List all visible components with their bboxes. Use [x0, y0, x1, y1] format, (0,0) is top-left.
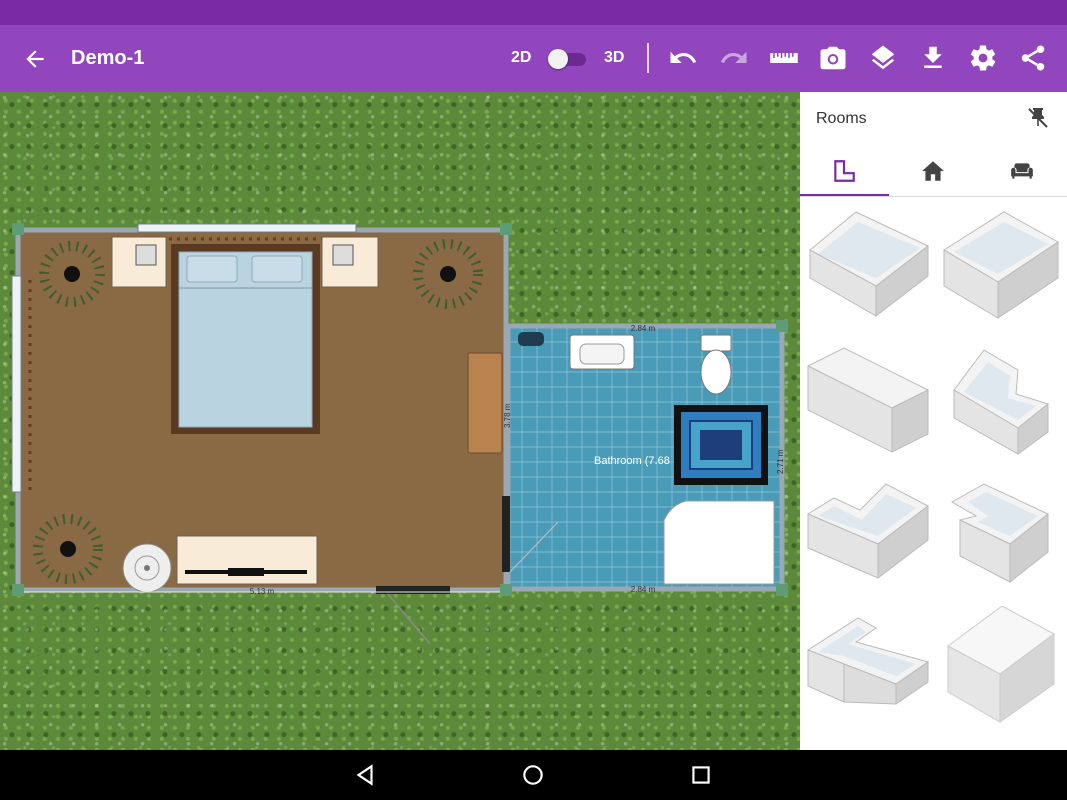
arrow-back-icon — [26, 50, 44, 68]
window-left[interactable] — [11, 275, 22, 493]
window-top[interactable] — [137, 223, 357, 233]
toolbar-divider — [647, 43, 649, 73]
room-shape-t[interactable] — [804, 606, 934, 731]
door-swing — [387, 593, 431, 645]
ruler-icon — [770, 53, 798, 63]
room-shape-corner-cut[interactable] — [938, 474, 1067, 599]
rectangle-room-icon — [809, 211, 929, 318]
bathroom-door[interactable] — [502, 496, 510, 572]
share-button[interactable] — [1018, 43, 1048, 73]
sofa-icon — [1011, 163, 1033, 179]
round-stool[interactable] — [122, 543, 172, 593]
nav-recents-button[interactable] — [688, 762, 714, 788]
settings-button[interactable] — [968, 43, 998, 73]
toilet[interactable] — [700, 334, 732, 395]
pin-off-icon — [1028, 108, 1048, 128]
back-button[interactable] — [22, 46, 50, 72]
bedroom-door[interactable] — [376, 586, 450, 594]
bathroom-left-height: 3.78 m — [503, 403, 512, 428]
status-bar — [0, 0, 1067, 25]
redo-button[interactable] — [719, 43, 749, 73]
shower-head[interactable] — [518, 332, 544, 346]
desk[interactable] — [176, 535, 318, 585]
room-shape-notched[interactable] — [938, 342, 1067, 467]
square-room-icon — [943, 211, 1059, 319]
screenshot-button[interactable] — [818, 43, 848, 73]
l-shape-room-icon — [806, 483, 929, 580]
bathroom-bottom-width: 2.84 m — [631, 585, 656, 594]
download-icon — [924, 46, 942, 68]
t-shape-room-icon — [806, 617, 930, 705]
triangle-back-icon — [356, 764, 373, 786]
nav-back-button[interactable] — [352, 762, 378, 788]
bench[interactable] — [467, 352, 503, 454]
bathroom-label[interactable]: Bathroom (7.68 — [594, 455, 670, 467]
lamp-right[interactable] — [332, 244, 354, 266]
undo-icon — [670, 51, 697, 63]
circle-home-icon — [523, 765, 543, 785]
wide-room-icon — [806, 347, 930, 453]
corner-cut-room-icon — [950, 483, 1049, 584]
tab-rooms[interactable] — [800, 148, 889, 196]
house-icon — [922, 161, 944, 181]
solid-block-icon — [947, 605, 1055, 723]
redo-icon — [721, 51, 747, 63]
room-shape-rectangle[interactable] — [804, 210, 934, 335]
lamp-left[interactable] — [135, 244, 157, 266]
tab-furniture[interactable] — [978, 148, 1067, 194]
panel-tabs — [800, 148, 1067, 197]
room-shape-wide[interactable] — [804, 342, 934, 467]
toggle-knob — [548, 49, 568, 69]
room-shape-square[interactable] — [938, 210, 1067, 335]
layers-icon — [871, 45, 895, 70]
project-title: Demo-1 — [71, 47, 145, 69]
settings-icon — [970, 45, 996, 71]
room-corner-icon — [834, 160, 855, 182]
floor-plan-canvas[interactable]: 5.13 m Bathroom (7.68 2.84 m 2.84 m 3.78… — [0, 92, 800, 750]
layers-button[interactable] — [868, 43, 898, 73]
download-button[interactable] — [918, 43, 948, 73]
mode-3d-label: 3D — [604, 49, 625, 66]
room-shape-solid-block[interactable] — [938, 605, 1067, 731]
room-shape-l[interactable] — [804, 474, 934, 599]
app-bar: Demo-1 2D 3D — [0, 25, 1067, 92]
measure-button[interactable] — [769, 43, 799, 73]
square-recents-icon — [692, 766, 710, 784]
bath-rug[interactable] — [674, 405, 768, 485]
bathroom-top-width: 2.84 m — [631, 324, 656, 333]
system-nav-bar — [0, 750, 1067, 800]
bed[interactable] — [171, 244, 320, 434]
rooms-panel: Rooms — [800, 92, 1067, 750]
panel-title: Rooms — [816, 110, 867, 127]
notched-room-icon — [953, 349, 1050, 455]
camera-icon — [820, 46, 846, 70]
mode-2d-label: 2D — [511, 49, 532, 66]
share-icon — [1021, 45, 1045, 71]
sink[interactable] — [569, 334, 635, 370]
bathtub[interactable] — [663, 500, 775, 585]
undo-button[interactable] — [668, 43, 698, 73]
bathroom-right-height: 2.71 m — [776, 449, 785, 474]
bedroom-width-label: 5.13 m — [250, 587, 275, 596]
view-mode-toggle[interactable] — [548, 49, 588, 69]
unpin-button[interactable] — [1026, 106, 1052, 132]
nav-home-button[interactable] — [520, 762, 546, 788]
tab-house[interactable] — [889, 148, 978, 194]
